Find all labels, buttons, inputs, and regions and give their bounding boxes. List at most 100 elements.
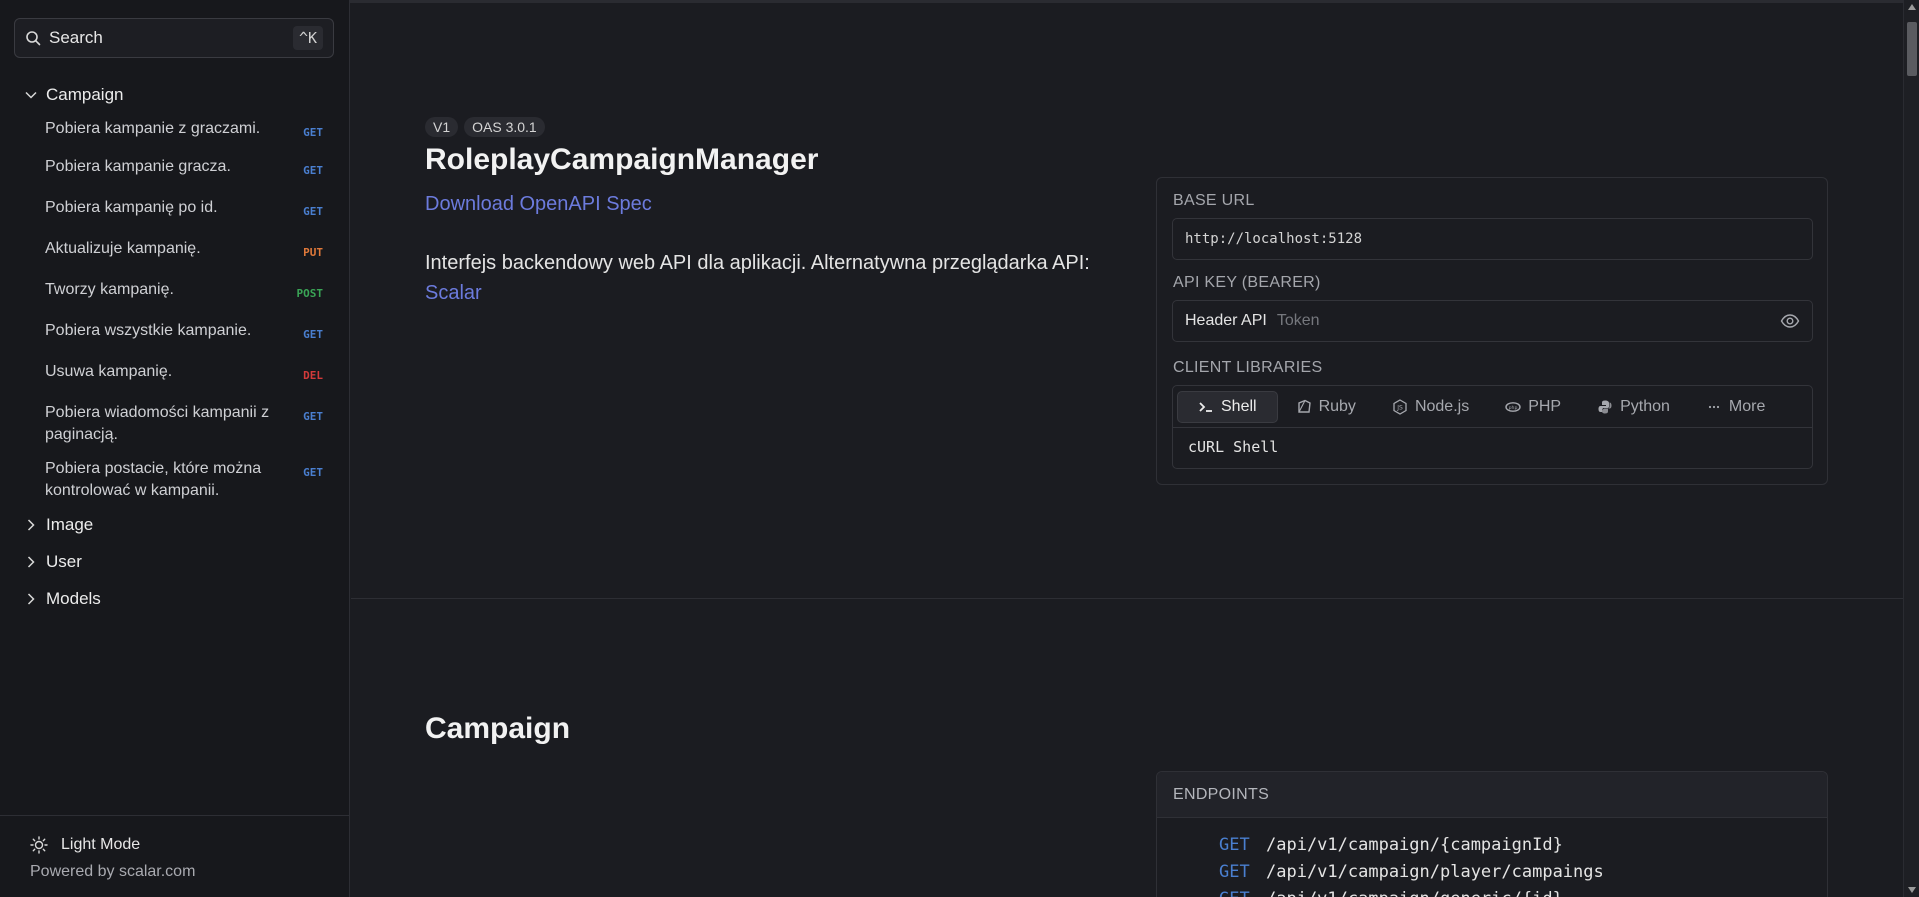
api-description: Interfejs backendowy web API dla aplikac… [425, 248, 1125, 308]
sidebar-item-endpoint[interactable]: Tworzy kampanię. POST [0, 275, 349, 309]
sidebar-group-image[interactable]: Image [0, 510, 349, 540]
base-url-value: http://localhost:5128 [1185, 231, 1363, 247]
chevron-right-icon [27, 593, 35, 605]
sidebar-item-endpoint[interactable]: Pobiera wiadomości kampanii z paginacją.… [0, 398, 349, 450]
client-libraries-panel: Shell Ruby JS Node.js php PHP Python Mor… [1172, 385, 1813, 469]
tab-python[interactable]: Python [1579, 391, 1688, 423]
search-icon [26, 31, 41, 46]
method-badge: GET [303, 328, 323, 341]
base-url-input[interactable]: http://localhost:5128 [1172, 218, 1813, 260]
svg-text:php: php [1509, 405, 1518, 411]
endpoints-list: GET /api/v1/campaign/{campaignId} GET /a… [1157, 818, 1827, 897]
method-badge: GET [303, 126, 323, 139]
sidebar-footer: Light Mode Powered by scalar.com [0, 815, 349, 897]
sidebar-item-label: Pobiera kampanie z graczami. [45, 120, 261, 137]
scroll-up-arrow-icon[interactable] [1908, 4, 1916, 10]
sun-icon [30, 836, 48, 854]
endpoints-header: ENDPOINTS [1157, 772, 1827, 818]
main-content: V1 OAS 3.0.1 RoleplayCampaignManager Dow… [351, 0, 1903, 897]
tab-label: Node.js [1414, 397, 1470, 415]
sidebar-item-label: Usuwa kampanię. [45, 363, 173, 380]
base-url-label: BASE URL [1173, 192, 1255, 209]
tab-shell[interactable]: Shell [1177, 390, 1278, 423]
description-text: Interfejs backendowy web API dla aplikac… [425, 252, 1090, 274]
sidebar-item-endpoint[interactable]: Pobiera postacie, które można kontrolowa… [0, 454, 349, 506]
tab-label: PHP [1528, 397, 1562, 415]
api-title: RoleplayCampaignManager [425, 143, 819, 176]
endpoint-method: GET [1219, 886, 1266, 897]
sidebar: Search ^K Campaign Pobiera kampanie z gr… [0, 0, 350, 897]
sidebar-item-label: Pobiera postacie, które można kontrolowa… [45, 460, 262, 499]
search-button[interactable]: Search ^K [14, 18, 334, 58]
method-badge: GET [303, 164, 323, 177]
sidebar-item-endpoint[interactable]: Aktualizuje kampanię. PUT [0, 234, 349, 268]
eye-icon[interactable] [1780, 311, 1800, 331]
method-badge: DEL [303, 369, 323, 382]
endpoint-path: /api/v1/campaign/player/campaings [1266, 862, 1604, 882]
powered-by-link[interactable]: Powered by scalar.com [30, 863, 195, 881]
client-config-card: BASE URL http://localhost:5128 API KEY (… [1156, 177, 1828, 485]
scroll-down-arrow-icon[interactable] [1908, 887, 1916, 893]
sidebar-item-endpoint[interactable]: Pobiera kampanię po id. GET [0, 193, 349, 227]
download-openapi-link[interactable]: Download OpenAPI Spec [425, 193, 652, 216]
oas-badge: OAS 3.0.1 [464, 117, 545, 137]
sidebar-group-label: Models [46, 589, 101, 608]
section-divider [351, 598, 1903, 599]
ellipsis-icon [1708, 405, 1720, 408]
tab-nodejs[interactable]: JS Node.js [1374, 391, 1487, 423]
sidebar-item-label: Pobiera wszystkie kampanie. [45, 322, 252, 339]
sidebar-item-endpoint[interactable]: Pobiera kampanie gracza. GET [0, 152, 349, 186]
scrollbar-thumb[interactable] [1907, 22, 1917, 76]
code-client-label: cURL Shell [1188, 438, 1279, 456]
token-input[interactable]: Token [1277, 312, 1780, 330]
endpoint-method: GET [1219, 862, 1250, 882]
method-badge: GET [303, 466, 323, 479]
sidebar-item-label: Tworzy kampanię. [45, 281, 174, 298]
scalar-link[interactable]: Scalar [425, 282, 482, 304]
nodejs-icon: JS [1393, 398, 1407, 415]
sidebar-item-endpoint[interactable]: Usuwa kampanię. DEL [0, 357, 349, 391]
method-badge: GET [303, 205, 323, 218]
client-library-tabs: Shell Ruby JS Node.js php PHP Python Mor… [1173, 386, 1812, 428]
method-badge: GET [303, 410, 323, 423]
sidebar-item-endpoint[interactable]: Pobiera wszystkie kampanie. GET [0, 316, 349, 350]
light-mode-label: Light Mode [61, 836, 141, 853]
api-key-field[interactable]: Header API Token [1172, 300, 1813, 342]
api-key-label: API KEY (BEARER) [1173, 274, 1321, 291]
auth-header-name: Header API [1185, 312, 1267, 329]
version-badge: V1 [425, 117, 459, 137]
sidebar-group-label: Campaign [46, 85, 124, 104]
sidebar-group-label: Image [46, 515, 94, 534]
php-icon: php [1505, 401, 1521, 412]
section-title: Campaign [425, 712, 571, 745]
light-mode-toggle[interactable]: Light Mode [30, 836, 140, 854]
page-scrollbar[interactable] [1903, 0, 1919, 897]
search-label: Search [49, 28, 103, 47]
chevron-right-icon [27, 519, 35, 531]
sidebar-group-campaign[interactable]: Campaign [0, 80, 349, 110]
tab-php[interactable]: php PHP [1487, 391, 1579, 423]
endpoint-method: GET [1219, 835, 1250, 855]
sidebar-item-label: Pobiera kampanię po id. [45, 199, 218, 216]
endpoint-row[interactable]: GET /api/v1/campaign/player/campaings [1219, 859, 1827, 886]
tab-more[interactable]: More [1688, 391, 1783, 423]
endpoint-row[interactable]: GET /api/v1/campaign/{campaignId} [1219, 832, 1827, 859]
sidebar-item-endpoint[interactable]: Pobiera kampanie z graczami. GET [0, 114, 349, 148]
client-libraries-label: CLIENT LIBRARIES [1173, 359, 1323, 376]
chevron-right-icon [27, 556, 35, 568]
tab-label: Python [1620, 397, 1670, 415]
tab-label: Ruby [1318, 397, 1356, 415]
version-badges: V1 OAS 3.0.1 [425, 117, 545, 137]
tab-label: Shell [1221, 397, 1257, 415]
sidebar-group-label: User [46, 552, 82, 571]
tab-ruby[interactable]: Ruby [1278, 391, 1374, 423]
sidebar-group-user[interactable]: User [0, 547, 349, 577]
sidebar-item-label: Pobiera wiadomości kampanii z paginacją. [45, 404, 270, 443]
sidebar-item-label: Aktualizuje kampanię. [45, 240, 201, 257]
method-badge: POST [296, 287, 324, 300]
sidebar-group-models[interactable]: Models [0, 584, 349, 614]
endpoint-row[interactable]: GET /api/v1/campaign/generic/{id} [1219, 886, 1827, 897]
sidebar-item-label: Pobiera kampanie gracza. [45, 158, 231, 175]
terminal-icon [1199, 401, 1212, 412]
endpoints-card: ENDPOINTS GET /api/v1/campaign/{campaign… [1156, 771, 1828, 897]
